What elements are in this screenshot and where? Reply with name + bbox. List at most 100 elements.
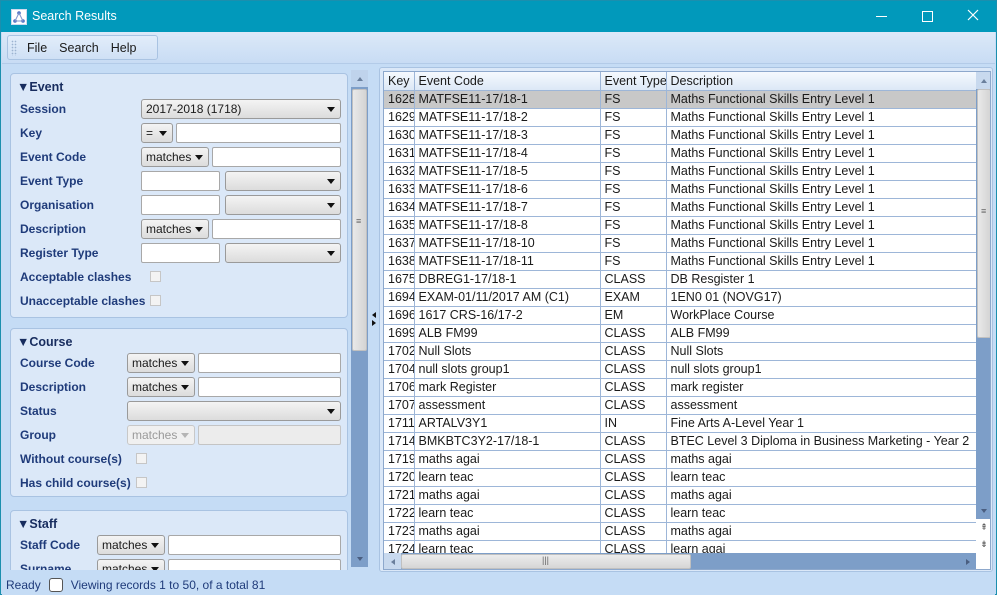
organisation-select[interactable] [225, 195, 341, 215]
cell-description[interactable]: assessment [666, 396, 977, 415]
menu-file[interactable]: File [21, 41, 53, 55]
cell-key[interactable]: 1629 [384, 108, 415, 127]
table-row[interactable]: 1702 Null Slots CLASS Null Slots [384, 342, 977, 361]
table-row[interactable]: 1699 ALB FM99 CLASS ALB FM99 [384, 324, 977, 343]
cell-event-type[interactable]: CLASS [600, 378, 667, 397]
cell-key[interactable]: 1721 [384, 486, 415, 505]
table-row[interactable]: 1694 EXAM-01/11/2017 AM (C1) EXAM 1EN0 01 (… [384, 288, 977, 307]
course-description-operator-select[interactable]: matches [127, 377, 195, 397]
event-type-select[interactable] [225, 171, 341, 191]
cell-key[interactable]: 1628 [384, 90, 415, 109]
column-header-event-code[interactable]: Event Code [414, 72, 601, 91]
event-description-input[interactable] [212, 219, 341, 239]
cell-event-code[interactable]: maths agai [414, 486, 601, 505]
cell-event-type[interactable]: FS [600, 234, 667, 253]
cell-description[interactable]: ALB FM99 [666, 324, 977, 343]
cell-event-type[interactable]: CLASS [600, 270, 667, 289]
column-header-description[interactable]: Description [666, 72, 977, 91]
staff-code-operator-select[interactable]: matches [97, 535, 165, 555]
cell-description[interactable]: Maths Functional Skills Entry Level 1 [666, 90, 977, 109]
cell-event-code[interactable]: MATFSE11-17/18-8 [414, 216, 601, 235]
cell-event-code[interactable]: ALB FM99 [414, 324, 601, 343]
staff-code-input[interactable] [168, 535, 341, 555]
cell-description[interactable]: learn teac [666, 504, 977, 523]
cell-event-code[interactable]: MATFSE11-17/18-5 [414, 162, 601, 181]
cell-description[interactable]: maths agai [666, 450, 977, 469]
cell-event-code[interactable]: MATFSE11-17/18-4 [414, 144, 601, 163]
cell-event-code[interactable]: Null Slots [414, 342, 601, 361]
cell-key[interactable]: 1722 [384, 504, 415, 523]
cell-key[interactable]: 1632 [384, 162, 415, 181]
cell-event-code[interactable]: MATFSE11-17/18-7 [414, 198, 601, 217]
cell-event-type[interactable]: FS [600, 108, 667, 127]
table-row[interactable]: 1706 mark Register CLASS mark register [384, 378, 977, 397]
key-input[interactable] [176, 123, 341, 143]
title-bar[interactable]: Search Results [1, 1, 996, 32]
results-scroll-down-button[interactable] [976, 502, 990, 519]
table-row[interactable]: 1633 MATFSE11-17/18-6 FS Maths Functional S… [384, 180, 977, 199]
cell-event-code[interactable]: learn teac [414, 468, 601, 487]
scroll-right-button[interactable] [959, 553, 976, 569]
menu-help[interactable]: Help [105, 41, 143, 55]
table-row[interactable]: 1631 MATFSE11-17/18-4 FS Maths Functional S… [384, 144, 977, 163]
minimize-button[interactable] [858, 1, 904, 32]
results-scroll-up-button[interactable] [976, 72, 990, 89]
table-row[interactable]: 1637 MATFSE11-17/18-10 FS Maths Functional … [384, 234, 977, 253]
cell-key[interactable]: 1702 [384, 342, 415, 361]
cell-key[interactable]: 1637 [384, 234, 415, 253]
cell-key[interactable]: 1723 [384, 522, 415, 541]
cell-event-code[interactable]: maths agai [414, 450, 601, 469]
cell-event-type[interactable]: EM [600, 306, 667, 325]
cell-description[interactable]: 1EN0 01 (NOVG17) [666, 288, 977, 307]
page-down-button[interactable]: ⇟ [976, 536, 990, 553]
cell-description[interactable]: Maths Functional Skills Entry Level 1 [666, 198, 977, 217]
cell-event-type[interactable]: FS [600, 252, 667, 271]
cell-key[interactable]: 1633 [384, 180, 415, 199]
cell-event-type[interactable]: CLASS [600, 342, 667, 361]
column-header-key[interactable]: Key [384, 72, 415, 91]
cell-event-type[interactable]: CLASS [600, 324, 667, 343]
cell-event-type[interactable]: FS [600, 90, 667, 109]
cell-key[interactable]: 1714 [384, 432, 415, 451]
cell-description[interactable]: Maths Functional Skills Entry Level 1 [666, 108, 977, 127]
cell-event-type[interactable]: FS [600, 144, 667, 163]
table-row[interactable]: 1634 MATFSE11-17/18-7 FS Maths Functional S… [384, 198, 977, 217]
table-row[interactable]: 1707 assessment CLASS assessment [384, 396, 977, 415]
cell-key[interactable]: 1706 [384, 378, 415, 397]
surname-input[interactable] [168, 559, 341, 570]
cell-key[interactable]: 1696 [384, 306, 415, 325]
cell-key[interactable]: 1694 [384, 288, 415, 307]
cell-description[interactable]: Maths Functional Skills Entry Level 1 [666, 234, 977, 253]
cell-key[interactable]: 1631 [384, 144, 415, 163]
cell-description[interactable]: Maths Functional Skills Entry Level 1 [666, 144, 977, 163]
cell-event-code[interactable]: MATFSE11-17/18-6 [414, 180, 601, 199]
cell-event-code[interactable]: mark Register [414, 378, 601, 397]
column-header-event-type[interactable]: Event Type [600, 72, 667, 91]
horizontal-scroll-thumb[interactable]: ||| [401, 554, 691, 569]
cell-event-type[interactable]: CLASS [600, 486, 667, 505]
table-row[interactable]: 1638 MATFSE11-17/18-11 FS Maths Functional … [384, 252, 977, 271]
event-code-operator-select[interactable]: matches [141, 147, 209, 167]
table-row[interactable]: 1714 BMKBTC3Y2-17/18-1 CLASS BTEC Level 3 D… [384, 432, 977, 451]
cell-key[interactable]: 1638 [384, 252, 415, 271]
results-horizontal-scrollbar[interactable]: ||| [384, 553, 976, 569]
cell-event-code[interactable]: null slots group1 [414, 360, 601, 379]
table-row[interactable]: 1711 ARTALV3Y1 IN Fine Arts A-Level Year 1 [384, 414, 977, 433]
cell-description[interactable]: Maths Functional Skills Entry Level 1 [666, 126, 977, 145]
acceptable-clashes-checkbox[interactable] [150, 271, 161, 282]
filter-scroll-thumb[interactable]: ≡ [352, 89, 367, 351]
session-select[interactable]: 2017-2018 (1718) [141, 99, 341, 119]
table-row[interactable]: 1696 1617 CRS-16/17-2 EM WorkPlace Course [384, 306, 977, 325]
cell-description[interactable]: Maths Functional Skills Entry Level 1 [666, 162, 977, 181]
status-checkbox[interactable] [48, 577, 63, 592]
cell-key[interactable]: 1711 [384, 414, 415, 433]
has-child-course-checkbox[interactable] [136, 477, 147, 488]
cell-key[interactable]: 1720 [384, 468, 415, 487]
cell-event-code[interactable]: MATFSE11-17/18-3 [414, 126, 601, 145]
results-vertical-scrollbar[interactable]: ≡ ⇞ ⇟ [976, 72, 990, 553]
staff-group-header[interactable]: ▼Staff [17, 517, 57, 531]
cell-event-type[interactable]: FS [600, 126, 667, 145]
cell-event-type[interactable]: CLASS [600, 450, 667, 469]
cell-event-code[interactable]: EXAM-01/11/2017 AM (C1) [414, 288, 601, 307]
table-row[interactable]: 1722 learn teac CLASS learn teac [384, 504, 977, 523]
